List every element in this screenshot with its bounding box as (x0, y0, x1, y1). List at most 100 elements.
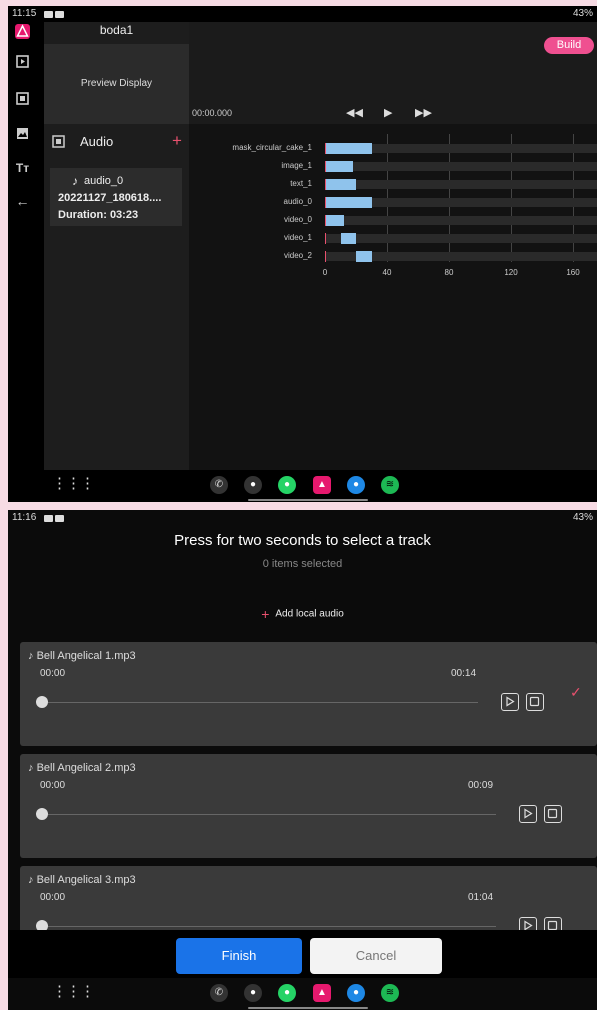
maps-icon[interactable]: ● (244, 476, 262, 494)
spotify-icon[interactable]: ≋ (381, 476, 399, 494)
track-label: image_1 (281, 161, 312, 170)
x-tick-label: 80 (444, 268, 454, 277)
maps-icon[interactable]: ● (244, 984, 262, 1002)
audio-item-name: audio_0 (84, 175, 124, 187)
playhead-marker (325, 215, 326, 226)
track-card[interactable]: ♪ Bell Angelical 2.mp3 00:00 00:09 (20, 754, 597, 858)
track-duration: 00:14 (451, 668, 477, 679)
play-icon[interactable] (519, 805, 537, 823)
track-name: Bell Angelical 3.mp3 (36, 874, 136, 886)
timeline-bar[interactable] (340, 233, 356, 244)
browser-icon[interactable]: ● (347, 476, 365, 494)
track-card[interactable]: ♪ Bell Angelical 1.mp3 00:00 00:14 ✓ (20, 642, 597, 746)
navigation-bar: ⋮⋮⋮ ✆ ● ● ▲ ● ≋ (8, 978, 597, 1010)
play-icon[interactable] (501, 693, 519, 711)
forward-button[interactable]: ▶▶ (415, 106, 432, 119)
timeline-bar[interactable] (325, 161, 353, 172)
app-drawer-icon[interactable]: ⋮⋮⋮ (52, 982, 95, 1000)
phone-icon[interactable]: ✆ (210, 476, 228, 494)
add-audio-button[interactable]: + (172, 131, 182, 151)
action-bar (8, 930, 597, 978)
track-label: mask_circular_cake_1 (232, 143, 312, 152)
timeline-bar[interactable] (325, 179, 356, 190)
x-tick-label: 120 (504, 268, 518, 277)
timeline-bar[interactable] (325, 143, 372, 154)
track-card[interactable]: ♪ Bell Angelical 3.mp3 00:00 01:04 (20, 866, 597, 936)
app-logo-icon[interactable] (15, 24, 30, 39)
spotify-icon[interactable]: ≋ (381, 984, 399, 1002)
track-duration: 01:04 (468, 892, 494, 903)
selected-check-icon: ✓ (570, 684, 582, 700)
audio-item-file: 20221127_180618.... (58, 192, 162, 204)
finish-button[interactable]: Finish (176, 938, 302, 974)
preview-display: Preview Display (44, 44, 189, 124)
battery-level: 43% (572, 8, 593, 19)
home-indicator[interactable] (248, 1007, 368, 1009)
build-button[interactable]: Build (544, 37, 594, 54)
plus-icon: + (261, 606, 270, 622)
track-name: Bell Angelical 2.mp3 (36, 762, 136, 774)
browser-icon[interactable]: ● (347, 984, 365, 1002)
track-label: video_1 (283, 233, 312, 242)
video-icon[interactable] (15, 54, 30, 69)
track-current-time: 00:00 (40, 668, 66, 679)
music-note-icon: ♪ (28, 874, 37, 886)
x-tick-label: 0 (322, 268, 328, 277)
audio-item-card[interactable]: ♪ audio_0 20221127_180618.... Duration: … (50, 168, 182, 226)
music-note-icon: ♪ (72, 174, 78, 188)
home-indicator[interactable] (248, 499, 368, 501)
stop-icon[interactable] (526, 693, 544, 711)
timeline-bar[interactable] (325, 197, 372, 208)
track-name-row: ♪ Bell Angelical 1.mp3 (28, 650, 136, 662)
status-time: 11:15 (12, 8, 37, 19)
track-lane (325, 234, 597, 243)
track-duration: 00:09 (468, 780, 494, 791)
status-bar: 11:16 43% (8, 510, 597, 526)
timeline-bar[interactable] (325, 215, 344, 226)
audio-section-icon (52, 135, 65, 153)
audio-section-title: Audio (80, 134, 114, 149)
music-note-icon: ♪ (28, 650, 37, 662)
status-time: 11:16 (12, 512, 37, 523)
track-progress-knob[interactable] (36, 696, 48, 708)
page-title: Press for two seconds to select a track (174, 532, 431, 549)
audio-section-header: Audio + (44, 130, 189, 154)
editor-app-icon[interactable]: ▲ (313, 984, 331, 1002)
track-progress-knob[interactable] (36, 808, 48, 820)
timeline-bar[interactable] (356, 251, 372, 262)
track-current-time: 00:00 (40, 780, 66, 791)
audio-item-duration: Duration: 03:23 (58, 209, 139, 221)
track-label: video_2 (283, 251, 312, 260)
track-name-row: ♪ Bell Angelical 3.mp3 (28, 874, 136, 886)
phone-icon[interactable]: ✆ (210, 984, 228, 1002)
track-label: video_0 (283, 215, 312, 224)
project-name: boda1 (99, 23, 134, 37)
editor-app-icon[interactable]: ▲ (313, 476, 331, 494)
track-label: audio_0 (283, 197, 312, 206)
playhead-marker (325, 179, 326, 190)
x-tick-label: 160 (566, 268, 580, 277)
playhead-marker (325, 143, 326, 154)
navigation-bar: ⋮⋮⋮ ✆ ● ● ▲ ● ≋ (8, 470, 597, 502)
image-icon[interactable] (15, 91, 30, 106)
preview-canvas (189, 22, 597, 124)
playhead-marker (325, 233, 326, 244)
whatsapp-icon[interactable]: ● (278, 984, 296, 1002)
back-icon[interactable]: ← (15, 194, 30, 209)
add-local-audio-button[interactable]: + Add local audio (8, 606, 597, 622)
gallery-icon[interactable] (15, 126, 30, 141)
notification-icons (42, 10, 64, 21)
app-drawer-icon[interactable]: ⋮⋮⋮ (52, 474, 95, 492)
track-name: Bell Angelical 1.mp3 (36, 650, 136, 662)
cancel-button[interactable]: Cancel (310, 938, 442, 974)
whatsapp-icon[interactable]: ● (278, 476, 296, 494)
add-local-audio-label: Add local audio (275, 608, 344, 620)
track-progress-line (40, 702, 478, 703)
stop-icon[interactable] (544, 805, 562, 823)
text-icon[interactable]: Tт (15, 161, 30, 176)
play-button[interactable]: ▶ (384, 106, 392, 119)
playhead-marker (325, 251, 326, 262)
rewind-button[interactable]: ◀◀ (346, 106, 363, 119)
track-current-time: 00:00 (40, 892, 66, 903)
track-lane (325, 216, 597, 225)
